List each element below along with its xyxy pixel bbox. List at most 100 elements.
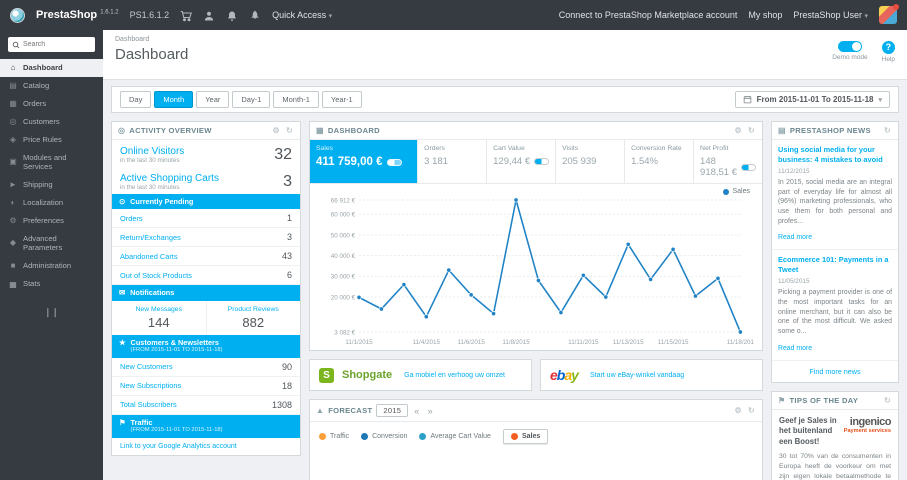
row-label[interactable]: Out of Stock Products [120,271,192,280]
filter-month-button[interactable]: Month [154,91,194,108]
sidebar-collapse-button[interactable]: ❙❙ [42,307,62,318]
avatar[interactable] [879,4,899,24]
quick-access-menu[interactable]: Quick Access ▾ [272,10,332,20]
kpi-sales[interactable]: Sales 411 759,00 € [310,140,419,183]
bell-icon[interactable] [226,9,238,22]
home-icon: ⌂ [10,63,16,72]
google-analytics-link[interactable]: Link to your Google Analytics account [112,438,300,455]
filter-year-button[interactable]: Year [196,91,230,108]
row-label[interactable]: Orders [120,214,143,223]
row-label[interactable]: Total Subscribers [120,400,177,409]
kpi-conversion-rate[interactable]: Conversion Rate 1.54% [625,140,695,183]
kpi-net-profit[interactable]: Net Profit 148 918,51 € [694,140,762,183]
row-label[interactable]: Return/Exchanges [120,233,181,242]
ebay-module-card: ebay Start uw eBay-winkel vandaag [540,359,763,391]
sidebar-item-catalog[interactable]: ▤ Catalog [0,77,103,95]
demo-mode-toggle[interactable] [837,41,862,52]
notifications-header: ✉ Notifications [112,285,300,301]
curve-toggle[interactable] [534,158,550,165]
refresh-icon[interactable]: ↻ [285,126,294,135]
new-messages-cell[interactable]: New Messages 144 [112,300,207,335]
metric-label[interactable]: Online Visitors [120,146,184,157]
shopgate-link[interactable]: Ga mobiel en verhoog uw omzet [404,372,505,379]
sidebar-item-stats[interactable]: ▅ Stats [0,275,103,293]
sidebar-item-localization[interactable]: ◐ Localization [0,194,103,212]
gear-icon[interactable]: ⚙ [734,126,743,135]
kpi-visits[interactable]: Visits 205 939 [556,140,626,183]
row-label[interactable]: Abandoned Carts [120,252,178,261]
kpi-cart-value[interactable]: Cart Value 129,44 € [487,140,557,183]
row-value: 1 [286,213,292,224]
filter-day-1-button[interactable]: Day-1 [232,91,271,108]
sidebar-item-price-rules[interactable]: ◈ Price Rules [0,131,103,149]
demo-mode-label: Demo mode [832,54,868,61]
date-range-picker[interactable]: From 2015-11-01 To 2015-11-18 ▾ [734,91,890,108]
next-year-icon[interactable]: » [426,406,435,416]
sidebar-item-preferences[interactable]: ⚙ Preferences [0,212,103,230]
sidebar-item-administration[interactable]: ■ Administration [0,257,103,275]
chart-legend[interactable]: Sales [723,188,750,195]
legend-conversion[interactable]: Conversion [361,433,407,440]
legend-sales[interactable]: Sales [502,429,549,444]
sidebar-item-advanced-parameters[interactable]: ◆ Advanced Parameters [0,230,103,257]
article-title[interactable]: Using social media for your business: 4 … [778,145,892,165]
refresh-icon[interactable]: ↻ [747,406,756,415]
filter-day-button[interactable]: Day [120,91,152,108]
orders-icon: ▦ [9,99,17,108]
refresh-icon[interactable]: ↻ [883,126,892,135]
sidebar-search[interactable] [8,37,95,52]
activity-overview-panel: ◎ ACTIVITY OVERVIEW ⚙ ↻ Online Visitors … [111,121,301,456]
help-icon[interactable]: ? [881,41,895,54]
sidebar-item-shipping[interactable]: ► Shipping [0,176,103,194]
curve-toggle[interactable] [741,163,756,171]
breadcrumb[interactable]: Dashboard [115,36,188,43]
notification-dot [893,4,899,10]
forecast-year-select[interactable]: 2015 [376,404,409,417]
user-menu[interactable]: PrestaShop User ▾ [793,10,868,20]
cart-icon[interactable] [180,9,193,22]
search-input[interactable] [23,41,91,48]
product-reviews-cell[interactable]: Product Reviews 882 [207,301,301,335]
legend-traffic[interactable]: Traffic [319,433,349,440]
header-subtitle: (FROM 2015-11-01 TO 2015-11-18) [130,347,223,354]
read-more-link[interactable]: Read more [778,234,812,241]
previous-year-icon[interactable]: « [412,406,421,416]
legend-dot-icon [319,433,326,440]
row-label[interactable]: New Subscriptions [120,381,181,390]
svg-text:66 912 €: 66 912 € [331,197,356,204]
refresh-icon[interactable]: ↻ [747,126,756,135]
forecast-chart-area [310,451,762,480]
catalog-icon: ▤ [9,81,17,90]
sidebar-item-customers[interactable]: ◎ Customers [0,113,103,131]
sidebar-item-orders[interactable]: ▦ Orders [0,95,103,113]
marketplace-link[interactable]: Connect to PrestaShop Marketplace accoun… [559,10,738,20]
article-title[interactable]: Ecommerce 101: Payments in a Tweet [778,255,892,275]
rocket-icon[interactable] [249,9,261,21]
gear-icon[interactable]: ⚙ [272,126,281,135]
refresh-icon[interactable]: ↻ [883,396,892,405]
filter-year-1-button[interactable]: Year-1 [321,91,362,108]
curve-toggle[interactable] [386,158,402,166]
activity-icon: ◎ [118,126,126,135]
gear-icon[interactable]: ⚙ [734,406,743,415]
sidebar-item-dashboard[interactable]: ⌂ Dashboard [0,59,103,77]
customer-icon[interactable] [203,9,215,21]
find-more-news-link[interactable]: Find more news [772,361,898,382]
kpi-orders[interactable]: Orders 3 181 [418,140,488,183]
row-label[interactable]: New Customers [120,362,173,371]
my-shop-link[interactable]: My shop [748,10,782,20]
metric-subtitle: in the last 30 minutes [120,184,180,191]
legend-average-cart-value[interactable]: Average Cart Value [419,433,491,440]
filter-month-1-button[interactable]: Month-1 [273,91,319,108]
sidebar-item-modules[interactable]: ▣ Modules and Services [0,149,103,176]
page-header: Dashboard Dashboard Demo mode ? Help [103,30,907,80]
forecast-legend: Traffic Conversion Average Cart Value Sa… [310,422,762,451]
ebay-link[interactable]: Start uw eBay-winkel vandaag [590,372,684,379]
read-more-link[interactable]: Read more [778,345,812,352]
sidebar-item-label: Advanced Parameters [23,233,63,253]
row-value: 90 [281,361,292,372]
metric-label[interactable]: Active Shopping Carts [120,173,219,184]
active-carts-metric: Active Shopping Carts 3 in the last 30 m… [112,167,300,194]
star-icon: ★ [119,337,126,347]
list-item: Return/Exchanges 3 [112,228,300,248]
